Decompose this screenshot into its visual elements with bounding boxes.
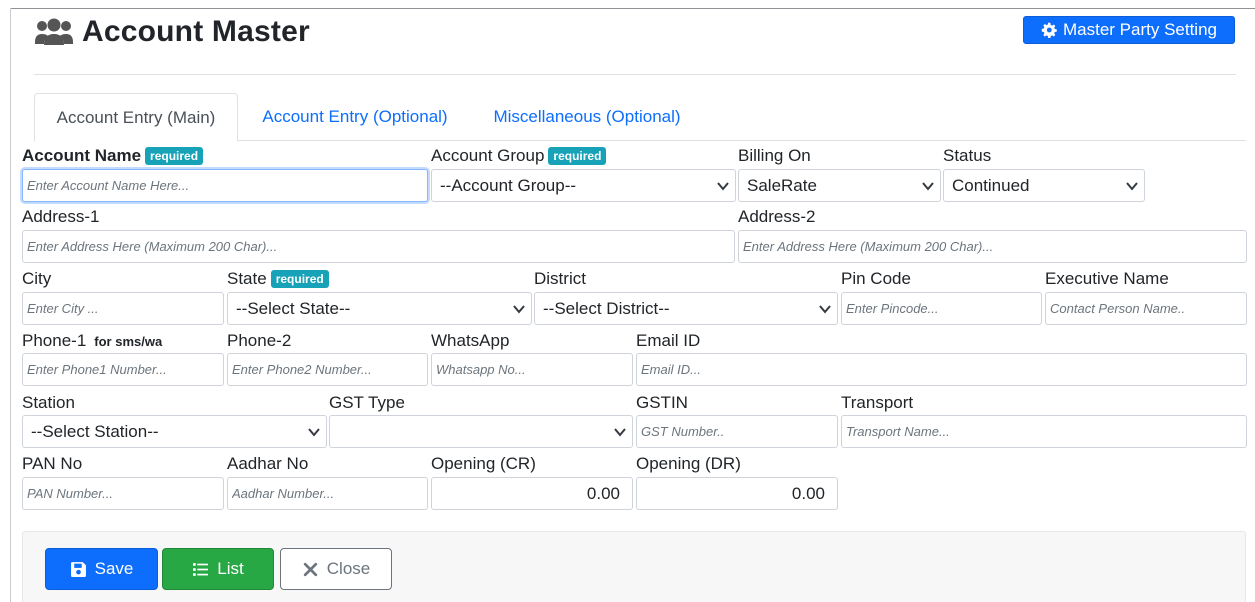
select-value: SaleRate [747,175,817,195]
pan-label: PAN No [22,454,83,473]
tab-label: Miscellaneous (Optional) [493,107,681,126]
transport-label: Transport [841,393,914,412]
window-top-border [10,8,1255,9]
master-party-setting-label: Master Party Setting [1062,20,1217,39]
phone1-label: Phone-1 for sms/wa [22,330,162,352]
header-divider [34,74,1236,75]
transport-input[interactable] [841,415,1247,448]
billing-on-label: Billing On [738,146,811,165]
opening-dr-input[interactable] [636,477,838,510]
gst-type-select[interactable] [329,415,633,448]
required-badge: required [270,270,329,288]
master-party-setting-button[interactable]: Master Party Setting [1023,16,1235,44]
email-input[interactable] [636,353,1247,386]
state-label: State required [227,268,329,290]
executive-name-input[interactable] [1045,292,1247,325]
list-icon [193,562,209,576]
phone1-input[interactable] [22,353,224,386]
label-text: Account Name [22,146,142,165]
station-select[interactable]: --Select Station-- [22,415,327,448]
account-name-label: Account Name required [22,145,204,167]
station-label: Station [22,393,75,412]
city-input[interactable] [22,292,224,325]
opening-cr-label: Opening (CR) [431,454,536,473]
aadhar-input[interactable] [227,477,428,510]
address2-input[interactable] [738,230,1247,263]
billing-on-select[interactable]: SaleRate [738,169,941,202]
chevron-down-icon [513,305,525,314]
tab-account-entry-optional[interactable]: Account Entry (Optional) [248,93,462,141]
chevron-down-icon [819,305,831,314]
select-value: Continued [952,175,1030,195]
pin-code-input[interactable] [841,292,1042,325]
page-header: Account Master [34,12,310,52]
pin-code-label: Pin Code [841,269,911,288]
opening-dr-label: Opening (DR) [636,454,741,473]
gstin-input[interactable] [636,415,838,448]
gear-icon [1041,22,1057,38]
pan-input[interactable] [22,477,224,510]
label-text: State [227,269,267,288]
floppy-disk-icon [70,561,86,577]
tab-account-entry-main[interactable]: Account Entry (Main) [34,93,238,142]
select-value: --Select Station-- [31,421,159,441]
save-button[interactable]: Save [45,548,158,590]
list-button[interactable]: List [162,548,274,590]
window-left-border [10,8,11,602]
label-text: Phone-1 [22,331,87,350]
chevron-down-icon [1126,182,1138,191]
district-select[interactable]: --Select District-- [534,292,838,325]
label-text: Account Group [431,146,545,165]
close-icon [303,562,317,576]
state-select[interactable]: --Select State-- [227,292,532,325]
account-group-select[interactable]: --Account Group-- [431,169,736,202]
city-label: City [22,269,52,288]
tab-label: Account Entry (Optional) [262,107,448,126]
status-label: Status [943,146,992,165]
save-label: Save [94,559,134,578]
tab-bar: Account Entry (Main) Account Entry (Opti… [34,93,1246,142]
account-name-input[interactable] [22,169,428,202]
gstin-label: GSTIN [636,393,688,412]
close-button[interactable]: Close [280,548,392,590]
gst-type-label: GST Type [329,393,405,412]
whatsapp-label: WhatsApp [431,331,510,350]
account-group-label: Account Group required [431,145,607,167]
users-icon [35,18,73,45]
tab-label: Account Entry (Main) [56,107,216,127]
address1-input[interactable] [22,230,735,263]
chevron-down-icon [614,428,626,437]
select-value: --Account Group-- [440,175,577,195]
required-badge: required [145,147,204,165]
required-badge: required [548,147,607,165]
address2-label: Address-2 [738,207,816,226]
aadhar-label: Aadhar No [227,454,309,473]
phone2-input[interactable] [227,353,428,386]
select-value: --Select State-- [236,298,351,318]
chevron-down-icon [717,182,729,191]
list-label: List [217,559,244,578]
chevron-down-icon [308,428,320,437]
opening-cr-input[interactable] [431,477,633,510]
phone2-label: Phone-2 [227,331,292,350]
email-label: Email ID [636,331,701,350]
status-select[interactable]: Continued [943,169,1145,202]
district-label: District [534,269,586,288]
address1-label: Address-1 [22,207,100,226]
executive-name-label: Executive Name [1045,269,1169,288]
select-value: --Select District-- [543,298,670,318]
close-label: Close [326,559,371,578]
tab-miscellaneous-optional[interactable]: Miscellaneous (Optional) [480,93,694,141]
page-title: Account Master [82,15,310,48]
chevron-down-icon [922,182,934,191]
sms-note: for sms/wa [94,333,163,349]
whatsapp-input[interactable] [431,353,633,386]
